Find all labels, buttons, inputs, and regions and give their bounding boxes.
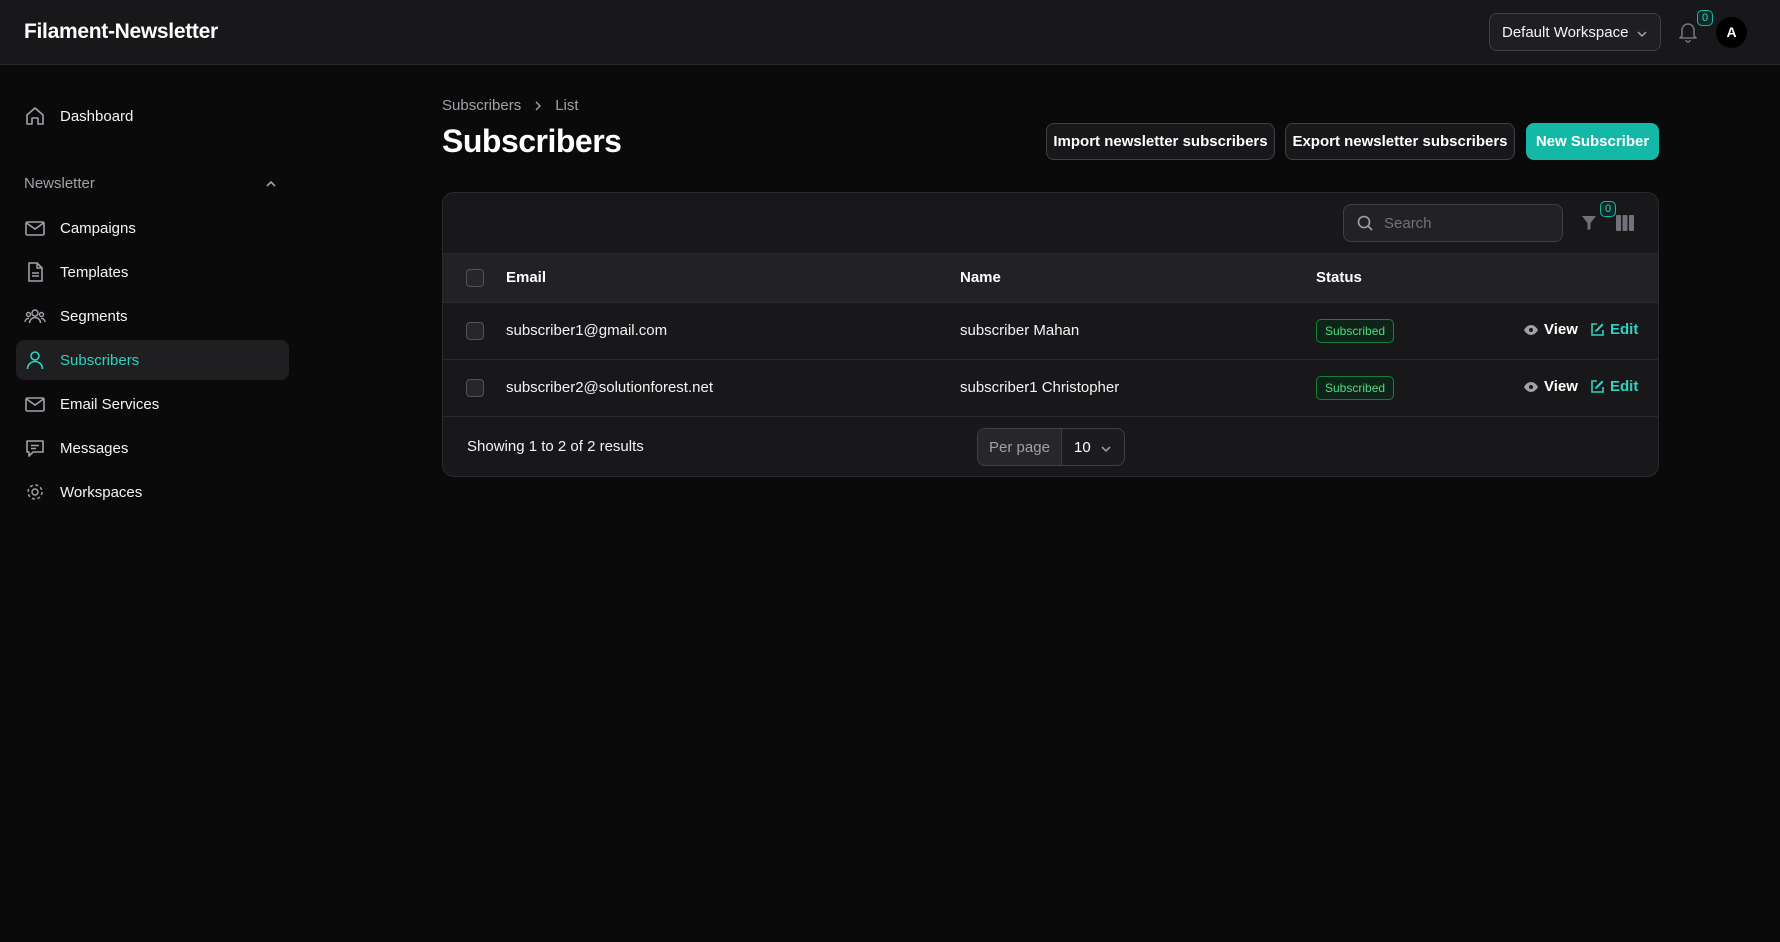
users-group-icon <box>24 305 46 327</box>
per-page-label: Per page <box>978 429 1062 465</box>
workspace-switcher[interactable]: Default Workspace <box>1489 13 1661 51</box>
edit-action[interactable]: Edit <box>1590 378 1638 395</box>
edit-label: Edit <box>1610 321 1639 338</box>
pencil-square-icon <box>1590 322 1605 337</box>
user-icon <box>24 349 46 371</box>
breadcrumb-current[interactable]: List <box>555 97 578 114</box>
cog-icon <box>24 481 46 503</box>
view-label: View <box>1544 378 1578 395</box>
sidebar-item-templates[interactable]: Templates <box>16 252 289 292</box>
row-checkbox[interactable] <box>466 322 484 340</box>
new-subscriber-button[interactable]: New Subscriber <box>1526 123 1659 160</box>
row-checkbox[interactable] <box>466 379 484 397</box>
pencil-square-icon <box>1590 379 1605 394</box>
sidebar-item-segments[interactable]: Segments <box>16 296 289 336</box>
search-icon <box>1356 214 1374 232</box>
sidebar-item-dashboard[interactable]: Dashboard <box>16 96 289 136</box>
subscribers-table: 0 Email Name Status subscriber1@gmail.co… <box>442 192 1659 477</box>
search-input[interactable] <box>1384 214 1544 232</box>
subscriber-name: subscriber Mahan <box>960 322 1080 339</box>
table-header: Email Name Status <box>443 253 1658 303</box>
status-badge: Subscribed <box>1316 319 1395 343</box>
notifications-badge: 0 <box>1697 10 1713 26</box>
top-bar: Filament-Newsletter Default Workspace 0 … <box>0 0 1780 65</box>
chevron-down-icon <box>1636 28 1648 40</box>
subscriber-email: subscriber2@solutionforest.net <box>506 379 713 396</box>
view-action[interactable]: View <box>1523 378 1578 395</box>
filter-count-badge: 0 <box>1600 201 1616 217</box>
chevron-down-icon <box>1100 443 1112 455</box>
status-badge: Subscribed <box>1316 376 1395 400</box>
breadcrumb-parent[interactable]: Subscribers <box>442 97 521 114</box>
column-header-status[interactable]: Status <box>1316 269 1362 286</box>
sidebar-item-label: Segments <box>60 307 128 325</box>
edit-action[interactable]: Edit <box>1590 321 1638 338</box>
per-page-value-select[interactable]: 10 <box>1062 429 1124 465</box>
export-subscribers-button[interactable]: Export newsletter subscribers <box>1285 123 1515 160</box>
sidebar-item-email-services[interactable]: Email Services <box>16 384 289 424</box>
view-label: View <box>1544 321 1578 338</box>
sidebar-item-label: Workspaces <box>60 483 143 501</box>
document-icon <box>24 261 46 283</box>
page-title: Subscribers <box>442 123 622 159</box>
sidebar-item-subscribers[interactable]: Subscribers <box>16 340 289 380</box>
sidebar-item-label: Dashboard <box>60 107 134 125</box>
subscriber-name: subscriber1 Christopher <box>960 379 1120 396</box>
sidebar: Dashboard Newsletter Campaigns Templates… <box>0 65 300 942</box>
chat-bubble-icon <box>24 437 46 459</box>
filter-icon[interactable] <box>1580 214 1598 232</box>
home-icon <box>24 105 46 127</box>
sidebar-item-label: Campaigns <box>60 219 136 237</box>
eye-icon <box>1523 381 1539 393</box>
sidebar-group-label: Newsletter <box>24 175 95 192</box>
sidebar-item-messages[interactable]: Messages <box>16 428 289 468</box>
table-row[interactable]: subscriber2@solutionforest.net subscribe… <box>443 360 1658 417</box>
sidebar-item-label: Subscribers <box>60 351 140 369</box>
chevron-up-icon[interactable] <box>264 177 278 191</box>
per-page-select[interactable]: Per page 10 <box>977 428 1125 466</box>
table-row[interactable]: subscriber1@gmail.com subscriber Mahan S… <box>443 303 1658 360</box>
workspace-label: Default Workspace <box>1502 23 1629 41</box>
breadcrumb: Subscribers List <box>442 97 579 114</box>
eye-icon <box>1523 324 1539 336</box>
avatar[interactable]: A <box>1716 17 1747 48</box>
subscriber-email: subscriber1@gmail.com <box>506 322 668 339</box>
per-page-value: 10 <box>1074 438 1091 456</box>
sidebar-item-label: Email Services <box>60 395 160 413</box>
bell-icon[interactable] <box>1678 21 1698 43</box>
chevron-right-icon <box>533 100 543 112</box>
sidebar-item-label: Templates <box>60 263 129 281</box>
view-action[interactable]: View <box>1523 321 1578 338</box>
columns-icon[interactable] <box>1616 215 1634 231</box>
edit-label: Edit <box>1610 378 1639 395</box>
app-title[interactable]: Filament-Newsletter <box>24 20 218 44</box>
envelope-icon <box>24 393 46 415</box>
import-subscribers-button[interactable]: Import newsletter subscribers <box>1046 123 1275 160</box>
sidebar-item-workspaces[interactable]: Workspaces <box>16 472 289 512</box>
sidebar-item-campaigns[interactable]: Campaigns <box>16 208 289 248</box>
search-field[interactable] <box>1343 204 1563 242</box>
sidebar-item-label: Messages <box>60 439 129 457</box>
column-header-name[interactable]: Name <box>960 269 1001 286</box>
envelope-icon <box>24 217 46 239</box>
select-all-checkbox[interactable] <box>466 269 484 287</box>
pagination-summary: Showing 1 to 2 of 2 results <box>467 438 644 455</box>
column-header-email[interactable]: Email <box>506 269 546 286</box>
